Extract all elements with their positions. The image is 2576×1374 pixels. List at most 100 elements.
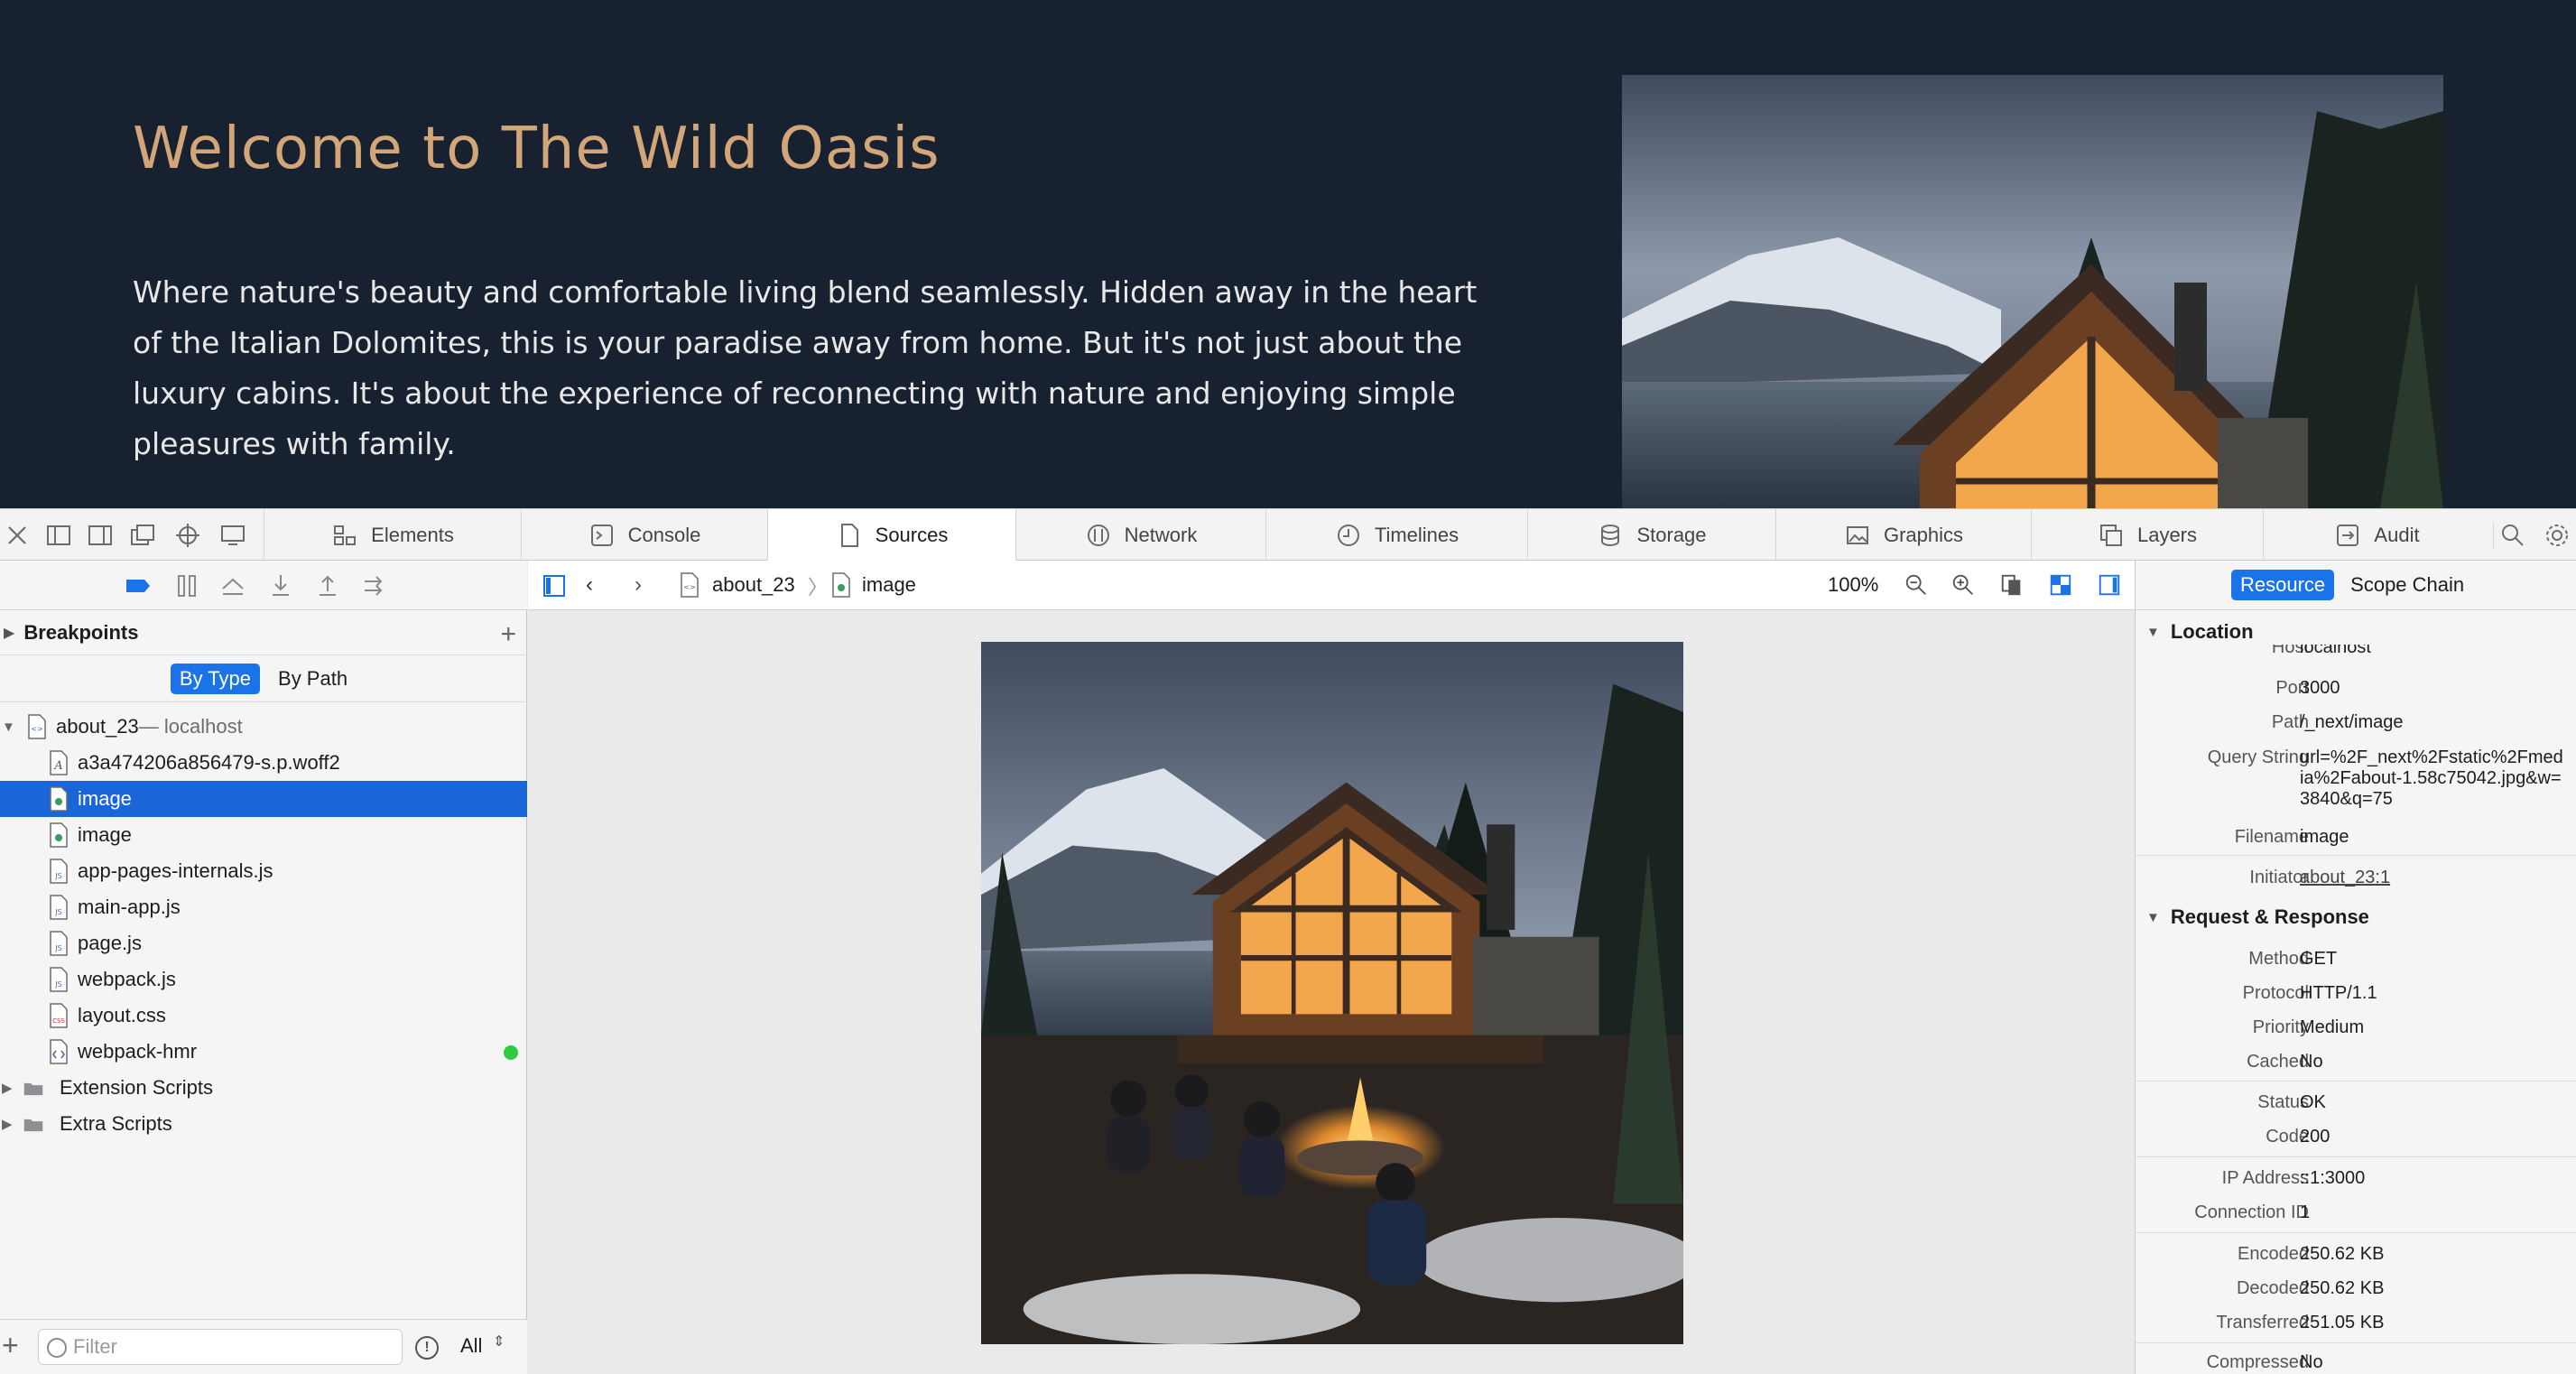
- tree-file-main-app[interactable]: JS main-app.js: [0, 889, 527, 925]
- zoom-out-icon[interactable]: [1904, 572, 1929, 598]
- breadcrumb-image[interactable]: image: [862, 573, 916, 597]
- tree-file-webpack[interactable]: JS webpack.js: [0, 961, 527, 998]
- resource-tree: ▼ <> about_23 — localhost A a3a474206a85…: [0, 709, 527, 1142]
- tree-file-woff2[interactable]: A a3a474206a856479-s.p.woff2: [0, 745, 527, 781]
- section-title: Location: [2170, 620, 2254, 643]
- scope-chain-tab[interactable]: Scope Chain: [2350, 573, 2464, 597]
- add-icon[interactable]: +: [2, 1329, 19, 1362]
- tab-timelines[interactable]: Timelines: [1265, 509, 1527, 561]
- tree-file-webpack-hmr[interactable]: webpack-hmr: [0, 1034, 527, 1070]
- dock-right-icon[interactable]: [87, 522, 114, 549]
- section-title: Request & Response: [2170, 905, 2369, 928]
- filter-input[interactable]: Filter: [38, 1329, 403, 1365]
- disclosure-open-icon[interactable]: ▼: [2, 719, 16, 735]
- tab-layers[interactable]: Layers: [2031, 509, 2263, 561]
- details-tab-bar: Resource Scope Chain: [2136, 561, 2576, 610]
- svg-text:CSS: CSS: [52, 1017, 65, 1025]
- step-out-icon[interactable]: [314, 572, 341, 599]
- device-settings-icon[interactable]: [219, 522, 246, 549]
- file-name: webpack-hmr: [78, 1040, 198, 1063]
- filter-icon: [47, 1338, 67, 1358]
- sources-navigator: ▶ Breakpoints + By Type By Path ▼ <> abo…: [0, 561, 527, 1374]
- root-name: about_23: [56, 715, 139, 738]
- zoom-in-icon[interactable]: [1951, 572, 1976, 598]
- tab-sources[interactable]: Sources: [767, 509, 1015, 561]
- disclosure-closed-icon[interactable]: ▶: [2, 1080, 16, 1096]
- detach-window-icon[interactable]: [129, 522, 156, 549]
- disclosure-open-icon[interactable]: ▼: [2146, 910, 2160, 925]
- disclosure-triangle-icon[interactable]: ▶: [4, 624, 14, 642]
- file-name: image: [78, 787, 132, 810]
- disclosure-open-icon[interactable]: ▼: [2146, 625, 2160, 640]
- svg-text:A: A: [53, 759, 62, 773]
- console-icon: [588, 522, 616, 549]
- folder-name: Extra Scripts: [60, 1112, 172, 1135]
- tab-elements[interactable]: Elements: [264, 509, 521, 561]
- breakpoints-toggle-icon[interactable]: [125, 572, 152, 599]
- key: Protocol: [2242, 983, 2309, 1003]
- disclosure-closed-icon[interactable]: ▶: [2, 1116, 16, 1132]
- pause-icon[interactable]: [173, 572, 200, 599]
- dock-left-icon[interactable]: [45, 522, 72, 549]
- network-icon: [1085, 522, 1112, 549]
- value: 3000: [2300, 678, 2340, 698]
- close-icon[interactable]: [4, 522, 31, 549]
- key: Connection ID: [2194, 1202, 2309, 1222]
- by-type-button[interactable]: By Type: [170, 663, 261, 694]
- tree-file-image[interactable]: image: [0, 817, 527, 853]
- step-over-icon[interactable]: [219, 572, 246, 599]
- svg-text:JS: JS: [54, 944, 61, 952]
- tab-graphics[interactable]: Graphics: [1775, 509, 2031, 561]
- websocket-file-icon: [49, 1039, 69, 1064]
- request-response-section-header[interactable]: ▼ Request & Response: [2136, 900, 2576, 934]
- back-chevron-icon[interactable]: ‹: [586, 572, 593, 598]
- tree-file-app-pages-internals[interactable]: JS app-pages-internals.js: [0, 853, 527, 889]
- tree-folder-extra-scripts[interactable]: ▶ Extra Scripts: [0, 1106, 527, 1142]
- tab-label: Audit: [2374, 523, 2420, 546]
- step-icon[interactable]: [360, 572, 387, 599]
- by-path-button[interactable]: By Path: [269, 664, 357, 694]
- css-file-icon: CSS: [49, 1003, 69, 1028]
- tree-file-page[interactable]: JS page.js: [0, 925, 527, 961]
- tab-network[interactable]: Network: [1015, 509, 1265, 561]
- inspect-element-icon[interactable]: [174, 522, 201, 549]
- tab-storage[interactable]: Storage: [1527, 509, 1775, 561]
- file-name: webpack.js: [78, 968, 176, 990]
- elements-icon: [331, 522, 358, 549]
- initiator-link[interactable]: about_23:1: [2300, 868, 2566, 888]
- copy-icon[interactable]: [1999, 572, 2025, 598]
- key: Encoded: [2238, 1244, 2309, 1264]
- js-file-icon: JS: [49, 859, 69, 884]
- search-icon[interactable]: [2493, 522, 2529, 549]
- tree-file-image-selected[interactable]: image: [0, 781, 527, 817]
- tab-audit[interactable]: Audit: [2263, 509, 2490, 561]
- forward-chevron-icon[interactable]: ›: [635, 572, 642, 598]
- svg-text:JS: JS: [54, 872, 61, 880]
- breakpoints-section-header[interactable]: ▶ Breakpoints +: [0, 610, 527, 655]
- info-icon[interactable]: !: [415, 1336, 439, 1360]
- tree-file-layout-css[interactable]: CSS layout.css: [0, 998, 527, 1034]
- filter-placeholder: Filter: [73, 1335, 117, 1358]
- value: No: [2300, 1052, 2323, 1072]
- filter-scope-select[interactable]: All: [460, 1334, 482, 1358]
- gear-icon[interactable]: [2544, 522, 2571, 549]
- file-name: a3a474206a856479-s.p.woff2: [78, 751, 340, 774]
- js-file-icon: JS: [49, 895, 69, 920]
- tab-console[interactable]: Console: [521, 509, 767, 561]
- add-breakpoint-icon[interactable]: +: [500, 619, 516, 650]
- breadcrumb-document[interactable]: about_23: [712, 573, 795, 597]
- transparency-grid-icon[interactable]: [2048, 572, 2073, 598]
- image-preview: [981, 642, 1683, 1344]
- image-file-icon: [49, 822, 69, 848]
- folder-icon: [23, 1111, 51, 1137]
- resource-tab[interactable]: Resource: [2231, 570, 2335, 600]
- step-into-icon[interactable]: [267, 572, 294, 599]
- key: Decoded: [2236, 1278, 2309, 1298]
- tree-root-about-23[interactable]: ▼ <> about_23 — localhost: [0, 709, 527, 745]
- toggle-navigator-icon[interactable]: [541, 572, 568, 599]
- host-row: Host localhost: [2136, 645, 2576, 657]
- image-file-icon: [831, 572, 851, 598]
- tree-folder-extension-scripts[interactable]: ▶ Extension Scripts: [0, 1070, 527, 1106]
- toggle-details-sidebar-icon[interactable]: [2097, 572, 2122, 598]
- value: 200: [2300, 1127, 2330, 1147]
